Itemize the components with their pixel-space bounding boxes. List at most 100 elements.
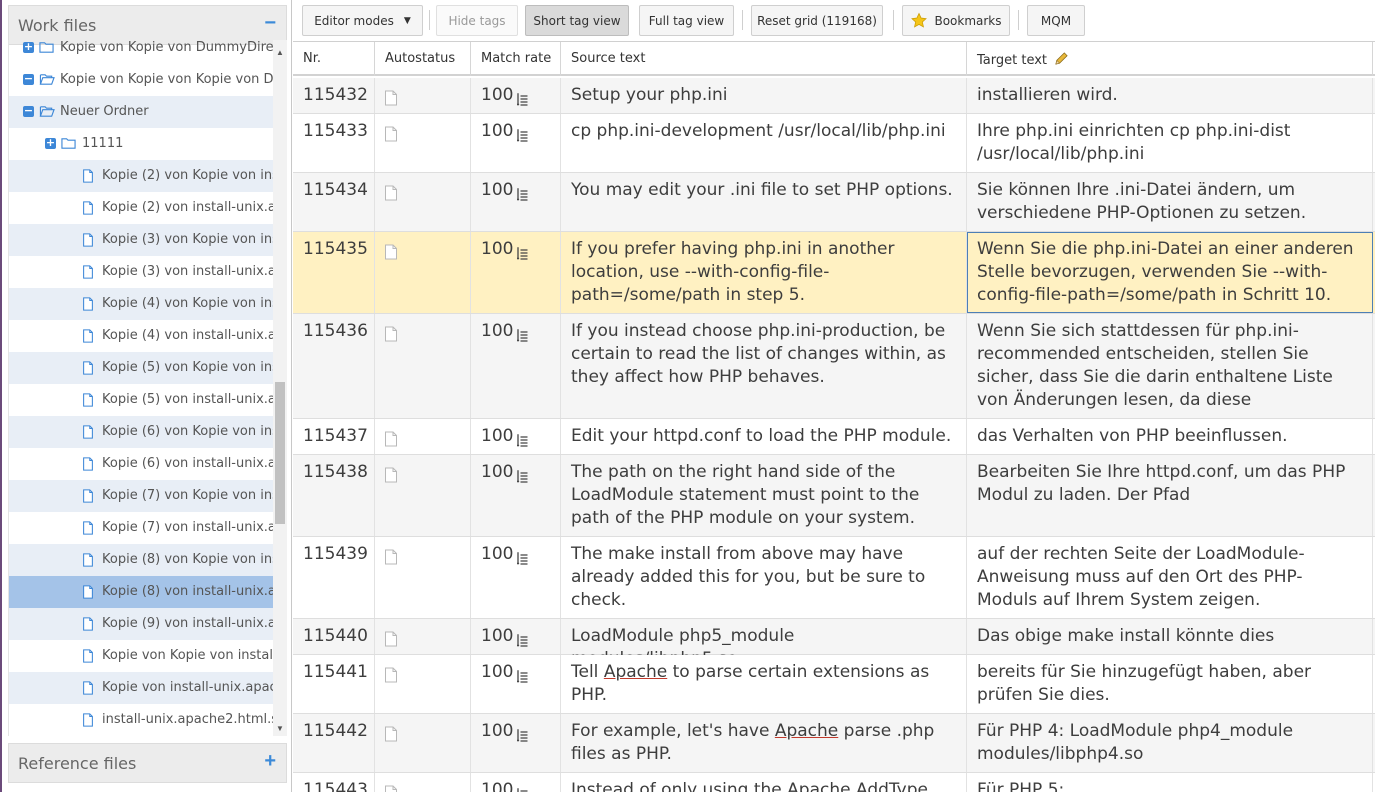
full-tag-view-button[interactable]: Full tag view: [639, 5, 734, 36]
segment-row[interactable]: 115437 100 Edit your httpd.conf to load th…: [293, 419, 1375, 455]
segment-target-cell[interactable]: Sie können Ihre .ini-Datei ändern, um ve…: [967, 173, 1373, 231]
segment-source-cell[interactable]: If you prefer having php.ini in another …: [561, 232, 967, 313]
segment-target-cell[interactable]: Für PHP 5:: [967, 773, 1373, 792]
col-autostatus-header[interactable]: Autostatus: [375, 42, 471, 76]
tree-file-item[interactable]: Kopie (3) von install-unix.apac: [9, 256, 273, 288]
segment-nr-cell[interactable]: 115435: [293, 232, 375, 313]
segment-match-rate-cell[interactable]: 100: [471, 232, 561, 313]
match-details-icon[interactable]: [516, 326, 529, 349]
segment-row[interactable]: 115441 100 Tell Apache to parse certain ex…: [293, 655, 1375, 714]
segment-target-cell[interactable]: bereits für Sie hinzugefügt haben, aber …: [967, 655, 1373, 713]
segment-nr-cell[interactable]: 115438: [293, 455, 375, 536]
match-details-icon[interactable]: [516, 667, 529, 690]
tree-folder-item[interactable]: +11111: [9, 128, 273, 160]
collapse-node-icon[interactable]: −: [23, 105, 34, 117]
segment-row[interactable]: 115442 100 For example, let's have Apache …: [293, 714, 1375, 773]
segment-source-cell[interactable]: The make install from above may have alr…: [561, 537, 967, 618]
segment-match-rate-cell[interactable]: 100: [471, 619, 561, 654]
match-details-icon[interactable]: [516, 431, 529, 454]
segment-row-selected[interactable]: 115435 100 If you prefer having php.ini in…: [293, 232, 1375, 314]
segment-autostatus-cell[interactable]: [375, 773, 471, 792]
tree-file-item[interactable]: Kopie (2) von install-unix.apac: [9, 192, 273, 224]
segment-autostatus-cell[interactable]: [375, 114, 471, 172]
segment-nr-cell[interactable]: 115440: [293, 619, 375, 654]
tree-folder-item[interactable]: + Kopie von Kopie von DummyDirector: [9, 40, 273, 64]
tree-file-item[interactable]: Kopie von Kopie von install-ur: [9, 640, 273, 672]
mqm-button[interactable]: MQM: [1027, 5, 1085, 36]
tree-file-item[interactable]: Kopie von install-unix.apache.: [9, 672, 273, 704]
segment-target-cell[interactable]: Wenn Sie sich stattdessen für php.ini-re…: [967, 314, 1373, 418]
tree-file-item[interactable]: Kopie (4) von Kopie von instal: [9, 288, 273, 320]
col-source-header[interactable]: Source text: [561, 42, 967, 76]
segment-nr-cell[interactable]: 115441: [293, 655, 375, 713]
tree-file-item[interactable]: Kopie (3) von Kopie von instal: [9, 224, 273, 256]
segment-source-cell[interactable]: Instead of only using the Apache AddType: [561, 773, 967, 792]
segment-autostatus-cell[interactable]: [375, 78, 471, 113]
segment-nr-cell[interactable]: 115442: [293, 714, 375, 772]
segment-match-rate-cell[interactable]: 100: [471, 173, 561, 231]
tree-file-item[interactable]: Kopie (9) von install-unix.apac: [9, 608, 273, 640]
segment-match-rate-cell[interactable]: 100: [471, 419, 561, 454]
tree-file-item[interactable]: Kopie (6) von install-unix.apac: [9, 448, 273, 480]
tree-folder-item[interactable]: − Neuer Ordner: [9, 96, 273, 128]
scroll-up-icon[interactable]: ▲: [276, 48, 284, 57]
segment-match-rate-cell[interactable]: 100: [471, 455, 561, 536]
add-icon[interactable]: +: [264, 750, 276, 773]
work-files-header[interactable]: Work files −: [8, 5, 287, 45]
segment-nr-cell[interactable]: 115434: [293, 173, 375, 231]
segment-row[interactable]: 115432 100 Setup your php.ini installieren …: [293, 78, 1375, 114]
tree-file-item[interactable]: Kopie (5) von Kopie von instal: [9, 352, 273, 384]
match-details-icon[interactable]: [516, 185, 529, 208]
segment-source-cell[interactable]: LoadModule php5_module modules/libphp5.s…: [561, 619, 967, 669]
segment-nr-cell[interactable]: 115437: [293, 419, 375, 454]
segment-target-cell[interactable]: Bearbeiten Sie Ihre httpd.conf, um das P…: [967, 455, 1373, 536]
scroll-down-icon[interactable]: ▼: [276, 724, 284, 733]
tree-scrollbar[interactable]: ▲ ▼: [273, 40, 287, 736]
tree-file-item[interactable]: Kopie (8) von Kopie von instal: [9, 544, 273, 576]
segment-row[interactable]: 115434 100 You may edit your .ini file to …: [293, 173, 1375, 232]
match-details-icon[interactable]: [516, 631, 529, 654]
scrollbar-thumb[interactable]: [275, 382, 285, 524]
hide-tags-button[interactable]: Hide tags: [436, 5, 518, 36]
segment-autostatus-cell[interactable]: [375, 419, 471, 454]
segment-autostatus-cell[interactable]: [375, 537, 471, 618]
match-details-icon[interactable]: [516, 467, 529, 490]
segment-source-cell[interactable]: You may edit your .ini file to set PHP o…: [561, 173, 967, 231]
tree-folder-item[interactable]: − Kopie von Kopie von Kopie von Dumm: [9, 64, 273, 96]
segment-autostatus-cell[interactable]: [375, 455, 471, 536]
match-details-icon[interactable]: [516, 244, 529, 267]
segment-match-rate-cell[interactable]: 100: [471, 114, 561, 172]
collapse-icon[interactable]: −: [264, 12, 276, 35]
tree-file-item[interactable]: Kopie (5) von install-unix.apac: [9, 384, 273, 416]
match-details-icon[interactable]: [517, 785, 529, 792]
col-target-header[interactable]: Target text: [967, 42, 1373, 76]
reset-grid-button[interactable]: Reset grid (119168): [751, 5, 883, 36]
tree-file-item[interactable]: Kopie (8) von install-unix.apac: [9, 576, 273, 608]
col-nr-header[interactable]: Nr.: [293, 42, 375, 76]
segment-source-cell[interactable]: If you instead choose php.ini-production…: [561, 314, 967, 418]
tree-file-item[interactable]: Kopie (7) von Kopie von instal: [9, 480, 273, 512]
tree-file-item[interactable]: Kopie (4) von install-unix.apac: [9, 320, 273, 352]
short-tag-view-button[interactable]: Short tag view: [525, 5, 629, 36]
segment-nr-cell[interactable]: 115433: [293, 114, 375, 172]
segment-autostatus-cell[interactable]: [375, 232, 471, 313]
segment-match-rate-cell[interactable]: 100: [471, 714, 561, 772]
segment-source-cell[interactable]: The path on the right hand side of the L…: [561, 455, 967, 536]
segment-match-rate-cell[interactable]: 100: [471, 78, 561, 113]
segment-autostatus-cell[interactable]: [375, 314, 471, 418]
tree-file-item[interactable]: Kopie (6) von Kopie von instal: [9, 416, 273, 448]
segment-nr-cell[interactable]: 115443: [293, 773, 375, 792]
segment-match-rate-cell[interactable]: 100: [471, 655, 561, 713]
segment-nr-cell[interactable]: 115436: [293, 314, 375, 418]
expand-icon[interactable]: +: [23, 41, 34, 53]
col-match-rate-header[interactable]: Match rate: [471, 42, 561, 76]
tree-file-item[interactable]: Kopie (7) von install-unix.apac: [9, 512, 273, 544]
match-details-icon[interactable]: [516, 90, 529, 113]
tree-file-item[interactable]: Kopie (2) von Kopie von instal: [9, 160, 273, 192]
segment-autostatus-cell[interactable]: [375, 714, 471, 772]
segment-target-cell[interactable]: auf der rechten Seite der LoadModule-Anw…: [967, 537, 1373, 618]
segment-target-cell[interactable]: Für PHP 4: LoadModule php4_module module…: [967, 714, 1373, 772]
segment-target-cell[interactable]: installieren wird.: [967, 78, 1373, 113]
segment-source-cell[interactable]: Setup your php.ini: [561, 78, 967, 113]
segment-row[interactable]: 115438 100 The path on the right hand side…: [293, 455, 1375, 537]
